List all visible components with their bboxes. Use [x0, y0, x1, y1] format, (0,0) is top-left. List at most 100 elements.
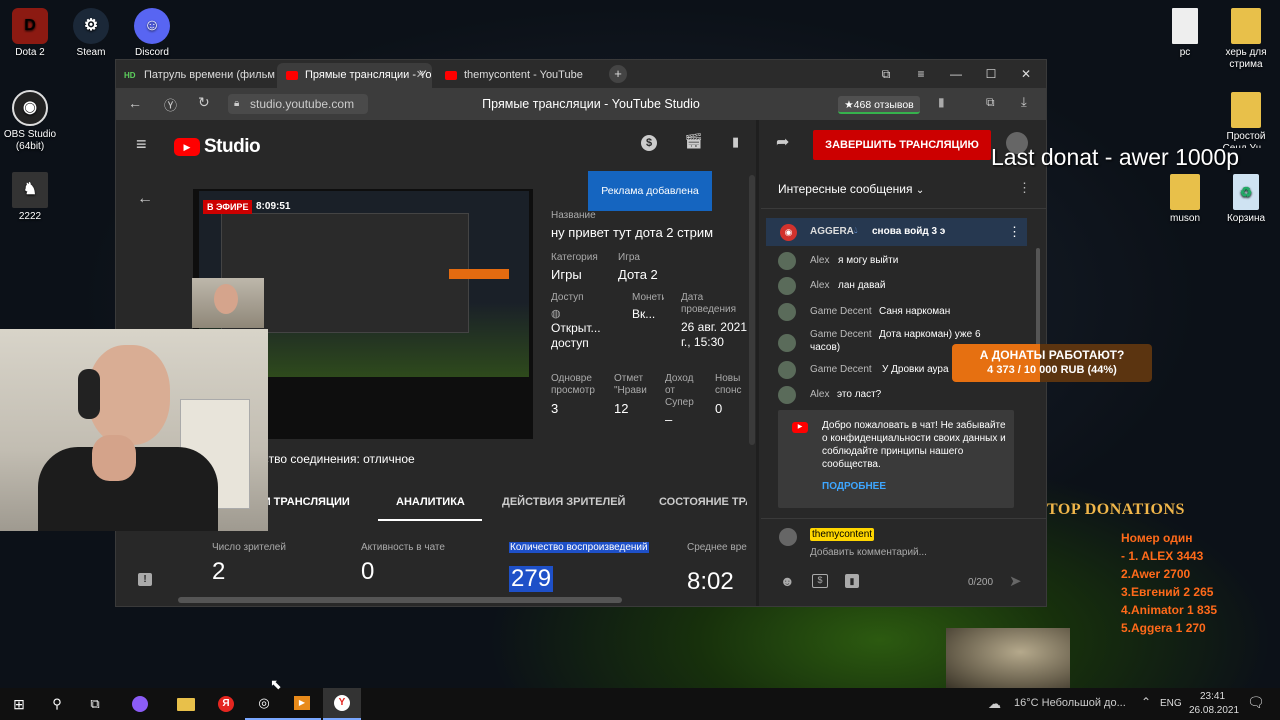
close-window-button[interactable]: ✕ [1009, 60, 1043, 88]
lock-icon: 🔒︎ [234, 98, 240, 109]
desktop-icon-muson[interactable]: muson [1153, 174, 1217, 225]
category-value: Игры [551, 267, 582, 282]
collections-icon[interactable]: ⧉ [869, 60, 903, 88]
image-icon: ♞ [12, 172, 48, 208]
welcome-card: ▶ Добро пожаловать в чат! Не забывайте о… [778, 410, 1014, 508]
folder-icon [1231, 92, 1261, 128]
monet-value: Вк... [632, 307, 656, 321]
super-chat-icon[interactable]: $ [812, 574, 828, 588]
bookmark-icon[interactable]: ▮ [732, 134, 739, 150]
avatar [778, 386, 796, 404]
details-scrollbar[interactable] [749, 175, 755, 445]
back-arrow-icon[interactable]: ← [137, 190, 153, 208]
desktop-icon-rs[interactable]: рс [1153, 8, 1217, 59]
comment-input[interactable]: Добавить комментарий... [810, 547, 1010, 558]
desktop-icon-prostoy[interactable]: Простой Сенд Уч... [1214, 92, 1278, 148]
reload-icon[interactable]: ↻ [198, 94, 210, 111]
goal-title: А ДОНАТЫ РАБОТАЮТ? [979, 348, 1125, 362]
concurrent-label: Одновре просмотр [551, 373, 595, 396]
weather-text[interactable]: 16°C Небольшой до... [1014, 697, 1126, 709]
access-value: Открыт... доступ [551, 321, 601, 350]
horizontal-scrollbar[interactable] [178, 597, 622, 603]
folder-icon [1170, 174, 1200, 210]
chat-message[interactable]: Game Decent Саня наркоман [778, 303, 1018, 321]
emoji-icon[interactable]: ☻ [780, 573, 795, 589]
explorer-icon[interactable] [167, 688, 205, 720]
download-icon[interactable]: ⤓ [1021, 94, 1027, 110]
tab-stream-settings[interactable]: КИ ТРАНСЛЯЦИИ [256, 496, 350, 508]
date-label: Дата проведения [681, 292, 736, 315]
desktop-icon-discord[interactable]: ☺ Discord [120, 8, 184, 59]
bookmark-icon[interactable]: ▮ [938, 95, 945, 109]
weather-icon[interactable]: ☁ [988, 696, 1001, 712]
pinned-more-icon[interactable]: ⋮ [1008, 224, 1021, 240]
yandex-protect-icon[interactable]: Ⓨ [164, 95, 177, 114]
more-link[interactable]: ПОДРОБНЕЕ [822, 481, 886, 492]
tab-live-streams[interactable]: Прямые трансляции - Yo ✕ [277, 63, 432, 88]
youtube-icon [445, 71, 457, 80]
share-icon[interactable]: ➦ [776, 132, 789, 152]
close-tab-icon[interactable]: ✕ [416, 63, 425, 88]
hamburger-icon[interactable]: ≡ [136, 134, 147, 155]
media-player-icon[interactable]: ▶ [283, 688, 321, 720]
poll-icon[interactable]: ▮ [845, 574, 859, 588]
alice-icon[interactable] [121, 688, 159, 720]
language-indicator[interactable]: ENG [1160, 698, 1182, 709]
chat-message[interactable]: Alex это ласт? [778, 386, 1018, 404]
new-tab-button[interactable]: + [609, 65, 627, 83]
chat-scrollbar[interactable] [1036, 248, 1040, 348]
desktop-icon-dota2[interactable]: D Dota 2 [0, 8, 62, 59]
webcam-head [88, 345, 170, 445]
tab-patrol[interactable]: HD Патруль времени (фильм [116, 63, 276, 88]
preview-donation-bar [449, 269, 509, 279]
send-icon[interactable]: ➤ [1009, 572, 1022, 590]
minimize-button[interactable]: — [939, 60, 973, 88]
tab-analytics[interactable]: АНАЛИТИКА [396, 496, 465, 508]
tray-expand-icon[interactable]: ⌃ [1141, 695, 1151, 709]
desktop-icon-recycle-bin[interactable]: ♻ Корзина [1214, 174, 1278, 225]
desktop-icon-obs[interactable]: ◉ OBS Studio (64bit) [0, 90, 62, 153]
preview-overlay-text [268, 331, 438, 439]
tab-stream-health[interactable]: СОСТОЯНИЕ ТРА [659, 496, 747, 508]
notifications-icon[interactable]: 🗨︎ [1247, 694, 1265, 711]
desktop-icon-2222[interactable]: ♞ 2222 [0, 172, 62, 223]
chevron-down-icon: ⌄ [915, 185, 925, 196]
yandex-browser-icon[interactable]: Я [207, 688, 245, 720]
avg-time-value: 8:02 [687, 568, 734, 595]
collections-add-icon[interactable]: ⧉ [986, 95, 995, 110]
taskbar: ⊞ ⚲ ⧉ Я ◎ ▶ Y ⬉ ☁ 16°C Небольшой до... ⌃… [0, 676, 1280, 720]
maximize-button[interactable]: ☐ [974, 60, 1008, 88]
end-stream-button[interactable]: ЗАВЕРШИТЬ ТРАНСЛЯЦИЮ [813, 130, 991, 160]
tab-themycontent[interactable]: themycontent - YouTube [436, 63, 596, 88]
yandex-active-icon[interactable]: Y [323, 688, 361, 720]
clock-time[interactable]: 23:41 [1200, 691, 1225, 702]
feedback-icon[interactable]: ! [138, 573, 152, 586]
document-icon [1172, 8, 1198, 44]
chat-header[interactable]: Интересные сообщения ⌄ [778, 182, 924, 196]
chat-message[interactable]: Alex лан давай [778, 277, 1018, 295]
clock-date[interactable]: 26.08.2021 [1189, 705, 1239, 716]
pinned-message[interactable]: ◉ AGGERA 💧︎ снова войд 3 э ⋮ [766, 218, 1027, 246]
tab-viewer-actions[interactable]: ДЕЙСТВИЯ ЗРИТЕЛЕЙ [502, 496, 625, 508]
monetization-icon[interactable]: $ [641, 135, 657, 151]
chat-message[interactable]: Alex я могу выйти [778, 252, 1018, 270]
desktop-icon-steam[interactable]: ⚙ Steam [59, 8, 123, 59]
clapper-icon[interactable]: 🎬︎ [684, 132, 703, 150]
menu-icon[interactable]: ≡ [904, 60, 938, 88]
donation-goal: А ДОНАТЫ РАБОТАЮТ? 4 373 / 10 000 RUB (4… [952, 344, 1152, 382]
live-time: 8:09:51 [256, 201, 291, 212]
task-view-icon[interactable]: ⧉ [76, 688, 114, 720]
url-field[interactable]: 🔒︎ studio.youtube.com [228, 94, 368, 114]
chat-more-icon[interactable]: ⋮ [1018, 180, 1031, 196]
search-icon[interactable]: ⚲ [38, 688, 76, 720]
back-icon[interactable]: ← [128, 95, 142, 111]
viewers-label: Число зрителей [212, 542, 286, 553]
desktop-icon-stream-folder[interactable]: херь для стрима [1214, 8, 1278, 71]
reviews-badge[interactable]: ★468 отзывов [838, 96, 920, 114]
start-button[interactable]: ⊞ [0, 688, 38, 720]
youtube-icon: ▶ [792, 422, 808, 433]
category-label: Категория [551, 252, 598, 263]
avatar [778, 361, 796, 379]
webcam-feed [0, 329, 268, 531]
avatar [779, 528, 797, 546]
